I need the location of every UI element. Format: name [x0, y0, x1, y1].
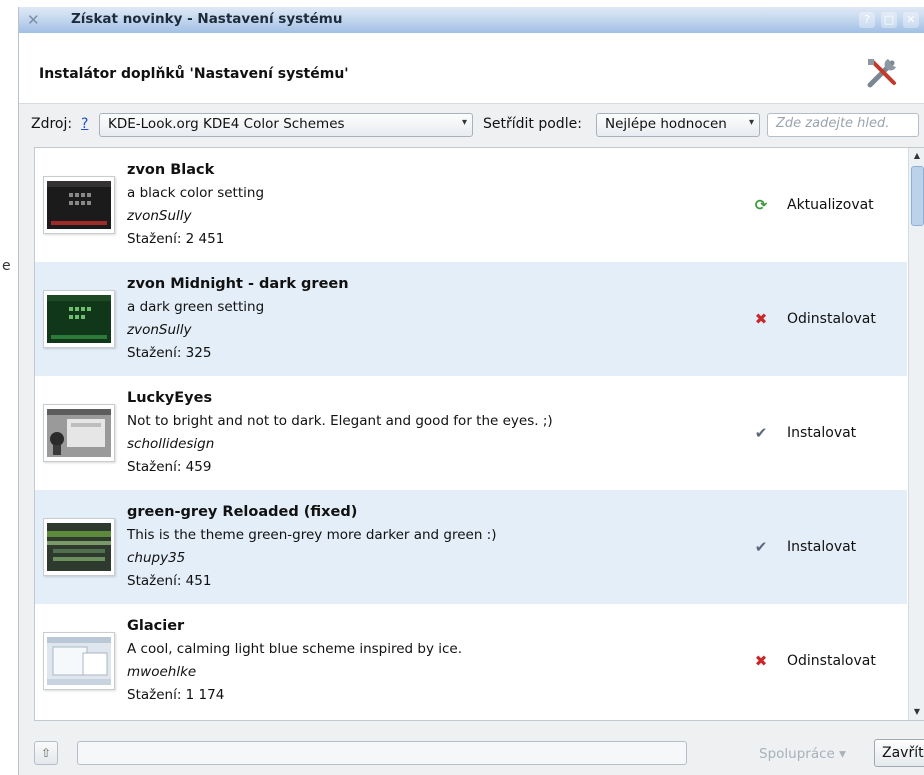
uninstall-button[interactable]: ✖ Odinstalovat [753, 651, 876, 671]
source-select-value: KDE-Look.org KDE4 Color Schemes [108, 116, 345, 132]
item-author: mwoehlke [127, 664, 197, 680]
item-thumbnail [43, 632, 115, 690]
item-downloads: Stažení: 2 451 [127, 231, 225, 247]
chevron-down-icon: ▾ [748, 117, 754, 128]
titlebar[interactable]: ✕ Získat novinky - Nastavení systému ? □… [19, 7, 924, 33]
scroll-up-icon[interactable]: ▲ [909, 148, 924, 164]
dialog-footer: ⇧ Spolupráce ▾ Zavřít [19, 727, 924, 775]
sort-label: Setřídit podle: [483, 116, 582, 132]
update-button[interactable]: ⟳ Aktualizovat [753, 195, 874, 215]
dialog-window: ✕ Získat novinky - Nastavení systému ? □… [18, 7, 924, 775]
window-title: Získat novinky - Nastavení systému [71, 11, 343, 27]
install-icon: ✔ [754, 538, 768, 556]
item-thumbnail [43, 176, 115, 234]
list-item[interactable]: zvon Black a black color setting zvonSul… [35, 148, 907, 262]
item-title: Glacier [127, 618, 185, 634]
item-thumbnail [43, 290, 115, 348]
action-label: Odinstalovat [787, 653, 876, 669]
item-author: schollidesign [127, 436, 215, 452]
chevron-down-icon: ▾ [461, 117, 467, 128]
list-item[interactable]: green-grey Reloaded (fixed) This is the … [35, 490, 907, 604]
item-author: zvonSully [127, 208, 192, 224]
install-icon: ✔ [754, 424, 768, 442]
action-label: Aktualizovat [787, 197, 874, 213]
uninstall-button[interactable]: ✖ Odinstalovat [753, 309, 876, 329]
item-author: chupy35 [127, 550, 186, 566]
item-description: Not to bright and not to dark. Elegant a… [127, 413, 553, 429]
source-select[interactable]: KDE-Look.org KDE4 Color Schemes ▾ [99, 113, 473, 137]
item-title: LuckyEyes [127, 390, 213, 406]
sort-select[interactable]: Nejlépe hodnocen ▾ [596, 113, 760, 137]
item-title: zvon Midnight - dark green [127, 276, 349, 292]
header-title: Instalátor doplňků 'Nastavení systému' [39, 66, 349, 82]
close-button[interactable]: Zavřít [874, 739, 924, 767]
uninstall-icon: ✖ [754, 310, 768, 328]
upload-icon: ⇧ [40, 746, 52, 760]
status-progress-field [77, 741, 687, 765]
item-downloads: Stažení: 325 [127, 345, 212, 361]
item-downloads: Stažení: 451 [127, 573, 212, 589]
item-description: A cool, calming light blue scheme inspir… [127, 641, 463, 657]
item-downloads: Stažení: 459 [127, 459, 212, 475]
item-title: green-grey Reloaded (fixed) [127, 504, 358, 520]
collaboration-button[interactable]: Spolupráce ▾ [759, 746, 846, 762]
dialog-header: Instalátor doplňků 'Nastavení systému' [19, 33, 924, 104]
scroll-down-icon[interactable]: ▼ [909, 704, 924, 720]
collaboration-label: Spolupráce [759, 746, 835, 762]
action-label: Instalovat [787, 539, 857, 555]
item-title: zvon Black [127, 162, 215, 178]
item-description: a black color setting [127, 185, 265, 201]
list-item[interactable]: Glacier A cool, calming light blue schem… [35, 604, 907, 718]
window-controls: ? □ ✕ [859, 12, 919, 28]
maximize-icon[interactable]: □ [881, 12, 897, 28]
item-description: a dark green setting [127, 299, 265, 315]
items-list[interactable]: zvon Black a black color setting zvonSul… [34, 147, 924, 721]
install-button[interactable]: ✔ Instalovat [753, 537, 856, 557]
update-icon: ⟳ [754, 196, 768, 214]
item-author: zvonSully [127, 322, 192, 338]
install-button[interactable]: ✔ Instalovat [753, 423, 856, 443]
list-item[interactable]: LuckyEyes Not to bright and not to dark.… [35, 376, 907, 490]
uninstall-icon: ✖ [754, 652, 768, 670]
action-label: Instalovat [787, 425, 857, 441]
background-text-fragment: e [2, 258, 11, 274]
close-window-icon[interactable]: ✕ [903, 12, 919, 28]
toolbar: Zdroj: ? KDE-Look.org KDE4 Color Schemes… [19, 103, 924, 141]
source-help-link[interactable]: ? [81, 116, 88, 132]
vertical-scrollbar[interactable]: ▲ ▼ [908, 148, 924, 720]
source-label: Zdroj: [31, 116, 73, 132]
action-label: Odinstalovat [787, 311, 876, 327]
item-downloads: Stažení: 1 174 [127, 687, 225, 703]
item-description: This is the theme green-grey more darker… [127, 527, 497, 543]
tools-icon [862, 53, 902, 93]
item-thumbnail [43, 518, 115, 576]
help-window-icon[interactable]: ? [859, 12, 875, 28]
app-icon: ✕ [27, 11, 40, 29]
scrollbar-thumb[interactable] [911, 166, 924, 226]
list-item[interactable]: zvon Midnight - dark green a dark green … [35, 262, 907, 376]
upload-button[interactable]: ⇧ [34, 741, 58, 765]
sort-select-value: Nejlépe hodnocen [605, 116, 727, 132]
item-thumbnail [43, 404, 115, 462]
search-input[interactable]: Zde zadejte hled. [767, 113, 919, 137]
